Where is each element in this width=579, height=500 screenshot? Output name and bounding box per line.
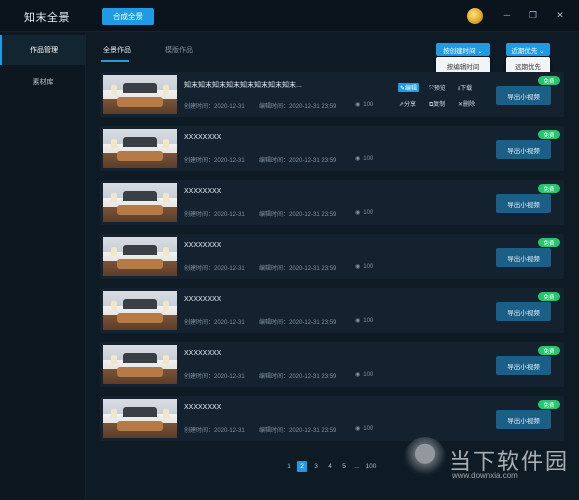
created-time: 创建时间：2020-12-31 bbox=[184, 428, 245, 434]
panorama-thumbnail[interactable] bbox=[103, 237, 177, 276]
work-title: XXXXXXXX bbox=[184, 404, 222, 411]
free-badge: 免费 bbox=[538, 292, 560, 301]
top-bar: 知末全景 合成全景 ─ ❐ ✕ bbox=[0, 0, 579, 32]
page-ellipsis: ... bbox=[354, 463, 360, 470]
view-count: ◉ 100 bbox=[355, 426, 374, 432]
close-icon[interactable]: ✕ bbox=[555, 10, 565, 20]
created-time: 创建时间：2020-12-31 bbox=[184, 374, 245, 380]
copy-button[interactable]: ⧉复制 bbox=[429, 99, 445, 109]
page-4[interactable]: 4 bbox=[325, 461, 335, 472]
page-3[interactable]: 3 bbox=[311, 461, 321, 472]
eye-icon: ◉ bbox=[355, 264, 361, 270]
eye-icon: ◉ bbox=[355, 102, 361, 108]
created-time: 创建时间：2020-12-31 bbox=[184, 320, 245, 326]
edited-time: 编辑时间：2020-12-31 23:59 bbox=[259, 158, 337, 164]
work-title: XXXXXXXX bbox=[184, 134, 222, 141]
sidebar-item-works[interactable]: 作品管理 bbox=[0, 35, 86, 65]
edited-time: 编辑时间：2020-12-31 23:59 bbox=[259, 374, 337, 380]
edited-time: 编辑时间：2020-12-31 23:59 bbox=[259, 212, 337, 218]
tab-template-works[interactable]: 模版作品 bbox=[165, 45, 193, 55]
list-item[interactable]: XXXXXXXX 创建时间：2020-12-31 编辑时间：2020-12-31… bbox=[100, 234, 564, 279]
avatar[interactable] bbox=[467, 8, 483, 24]
view-count: ◉ 100 bbox=[355, 102, 374, 108]
watermark-url: www.downxia.com bbox=[452, 471, 518, 480]
view-count: ◉ 100 bbox=[355, 210, 374, 216]
free-badge: 免费 bbox=[538, 184, 560, 193]
compose-panorama-button[interactable]: 合成全景 bbox=[102, 8, 154, 25]
export-video-button[interactable]: 导出小视频 bbox=[496, 410, 551, 429]
work-title: XXXXXXXX bbox=[184, 242, 222, 249]
edited-time: 编辑时间：2020-12-31 23:59 bbox=[259, 104, 337, 110]
export-video-button[interactable]: 导出小视频 bbox=[496, 356, 551, 375]
maximize-icon[interactable]: ❐ bbox=[528, 10, 538, 20]
page-2[interactable]: 2 bbox=[297, 461, 307, 472]
free-badge: 免费 bbox=[538, 76, 560, 85]
eye-icon: ◉ bbox=[355, 318, 361, 324]
panorama-thumbnail[interactable] bbox=[103, 345, 177, 384]
free-badge: 免费 bbox=[538, 400, 560, 409]
view-count: ◉ 100 bbox=[355, 372, 374, 378]
export-video-button[interactable]: 导出小视频 bbox=[496, 302, 551, 321]
sort-order-dropdown[interactable]: 近期优先 ⌄ bbox=[506, 43, 550, 56]
sidebar: 作品管理 素材库 bbox=[0, 33, 86, 500]
sort-by-time-dropdown[interactable]: 按创建时间 ⌄ bbox=[436, 43, 490, 56]
free-badge: 免费 bbox=[538, 346, 560, 355]
share-button[interactable]: ⇗分享 bbox=[399, 99, 416, 108]
work-title: 知末知末知末知末知末知末知末知末... bbox=[184, 82, 302, 89]
panorama-thumbnail[interactable] bbox=[103, 183, 177, 222]
panorama-thumbnail[interactable] bbox=[103, 129, 177, 168]
delete-button[interactable]: ✕删除 bbox=[458, 99, 475, 108]
active-tab-indicator bbox=[101, 60, 129, 62]
created-time: 创建时间：2020-12-31 bbox=[184, 158, 245, 164]
sidebar-item-materials[interactable]: 素材库 bbox=[0, 67, 86, 97]
panorama-thumbnail[interactable] bbox=[103, 75, 177, 114]
page-1[interactable]: 1 bbox=[284, 461, 294, 472]
eye-icon: ◉ bbox=[355, 156, 361, 162]
preview-button[interactable]: ⤧预览 bbox=[429, 83, 446, 93]
edited-time: 编辑时间：2020-12-31 23:59 bbox=[259, 320, 337, 326]
export-video-button[interactable]: 导出小视频 bbox=[496, 86, 551, 105]
created-time: 创建时间：2020-12-31 bbox=[184, 104, 245, 110]
view-count: ◉ 100 bbox=[355, 318, 374, 324]
edited-time: 编辑时间：2020-12-31 23:59 bbox=[259, 428, 337, 434]
panorama-thumbnail[interactable] bbox=[103, 399, 177, 438]
created-time: 创建时间：2020-12-31 bbox=[184, 266, 245, 272]
free-badge: 免费 bbox=[538, 238, 560, 247]
tab-panorama-works[interactable]: 全景作品 bbox=[103, 45, 131, 55]
list-item[interactable]: XXXXXXXX 创建时间：2020-12-31 编辑时间：2020-12-31… bbox=[100, 342, 564, 387]
download-button[interactable]: ⭳下载 bbox=[458, 83, 472, 94]
free-badge: 免费 bbox=[538, 130, 560, 139]
list-item[interactable]: XXXXXXXX 创建时间：2020-12-31 编辑时间：2020-12-31… bbox=[100, 396, 564, 441]
export-video-button[interactable]: 导出小视频 bbox=[496, 140, 551, 159]
page-last[interactable]: 100 bbox=[363, 461, 379, 472]
eye-icon: ◉ bbox=[355, 426, 361, 432]
eye-icon: ◉ bbox=[355, 372, 361, 378]
eye-icon: ◉ bbox=[355, 210, 361, 216]
list-item[interactable]: 知末知末知末知末知末知末知末知末... 创建时间：2020-12-31 编辑时间… bbox=[100, 72, 564, 117]
panorama-thumbnail[interactable] bbox=[103, 291, 177, 330]
export-video-button[interactable]: 导出小视频 bbox=[496, 194, 551, 213]
page-5[interactable]: 5 bbox=[339, 461, 349, 472]
edited-time: 编辑时间：2020-12-31 23:59 bbox=[259, 266, 337, 272]
list-item[interactable]: XXXXXXXX 创建时间：2020-12-31 编辑时间：2020-12-31… bbox=[100, 288, 564, 333]
view-count: ◉ 100 bbox=[355, 156, 374, 162]
list-item[interactable]: XXXXXXXX 创建时间：2020-12-31 编辑时间：2020-12-31… bbox=[100, 126, 564, 171]
edit-button[interactable]: ✎编辑 bbox=[398, 83, 420, 92]
app-logo: 知末全景 bbox=[24, 11, 70, 24]
created-time: 创建时间：2020-12-31 bbox=[184, 212, 245, 218]
work-title: XXXXXXXX bbox=[184, 188, 222, 195]
list-item[interactable]: XXXXXXXX 创建时间：2020-12-31 编辑时间：2020-12-31… bbox=[100, 180, 564, 225]
work-title: XXXXXXXX bbox=[184, 296, 222, 303]
export-video-button[interactable]: 导出小视频 bbox=[496, 248, 551, 267]
work-title: XXXXXXXX bbox=[184, 350, 222, 357]
watermark-logo-icon bbox=[404, 437, 446, 479]
view-count: ◉ 100 bbox=[355, 264, 374, 270]
minimize-icon[interactable]: ─ bbox=[502, 10, 512, 20]
